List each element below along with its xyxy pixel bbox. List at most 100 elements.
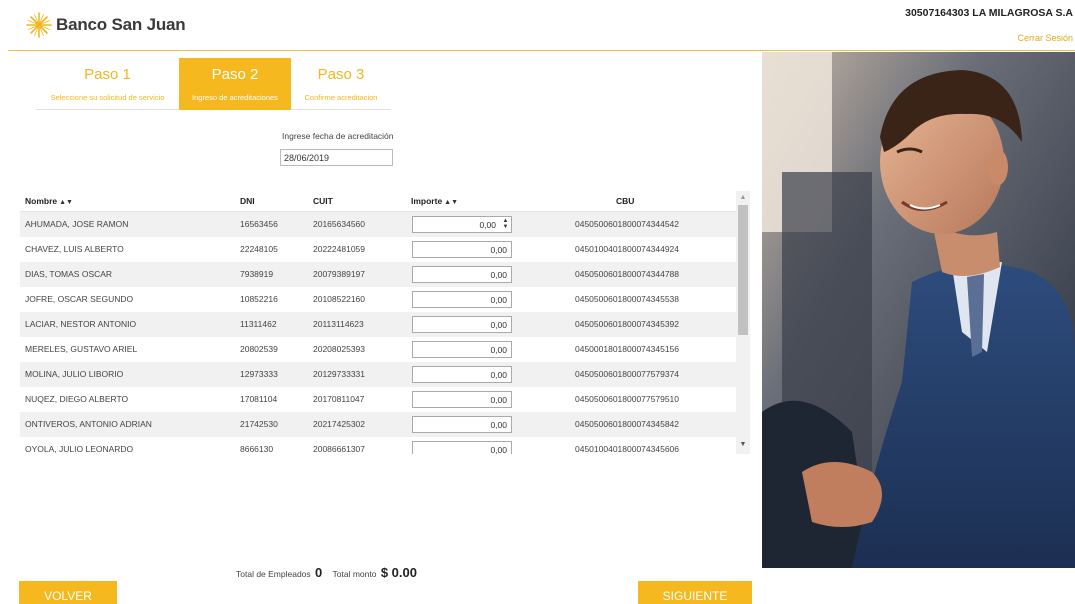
importe-input[interactable] (412, 216, 512, 233)
step-wizard: Paso 1 Seleccione su solicitud de servic… (36, 58, 391, 110)
scroll-down-arrow-icon[interactable]: ▼ (736, 440, 750, 450)
column-header-nombre[interactable]: Nombre ▲▼ (25, 191, 73, 213)
total-amount-value: $ 0.00 (380, 565, 417, 580)
step-title: Paso 2 (211, 66, 259, 83)
cell-nombre: NUQEZ, DIEGO ALBERTO (25, 394, 129, 404)
column-header-importe[interactable]: Importe ▲▼ (411, 191, 458, 213)
cell-dni: 17081104 (240, 394, 278, 404)
table-scrollbar[interactable]: ▲ ▼ (736, 191, 750, 454)
cell-dni: 11311462 (240, 319, 277, 329)
header: Banco San Juan 30507164303 LA MILAGROSA … (0, 0, 1075, 52)
sort-icon: ▲▼ (59, 199, 73, 206)
total-amount-label: Total monto (332, 569, 377, 579)
step-title: Paso 1 (84, 66, 131, 83)
smiling-businessman-illustration (762, 52, 1075, 568)
table-row: MOLINA, JULIO LIBORIO 12973333 201297333… (20, 362, 736, 387)
cell-dni: 22248105 (240, 244, 278, 254)
table-row: ONTIVEROS, ANTONIO ADRIAN 21742530 20217… (20, 412, 736, 437)
table-row: AHUMADA, JOSE RAMON 16563456 20165634560… (20, 212, 736, 237)
logo-text: Banco San Juan (56, 15, 186, 34)
step-subtitle: Confirme acreditacion (304, 93, 378, 102)
cell-nombre: ONTIVEROS, ANTONIO ADRIAN (25, 419, 152, 429)
cell-dni: 7938919 (240, 269, 274, 279)
spinner-arrows-icon[interactable]: ▲ ▼ (501, 218, 510, 231)
cell-cuit: 20079389197 (313, 269, 366, 279)
sort-icon: ▲▼ (444, 199, 459, 206)
logout-link[interactable]: Cerrar Sesión (1017, 33, 1073, 43)
column-header-label: Nombre (25, 196, 58, 206)
cell-dni: 20802539 (240, 344, 278, 354)
header-divider (8, 50, 1075, 51)
importe-input[interactable] (412, 266, 512, 283)
scroll-up-arrow-icon[interactable]: ▲ (736, 193, 750, 203)
cell-dni: 12973333 (240, 369, 278, 379)
step-subtitle: Ingreso de acreditaciones (192, 93, 278, 102)
cell-nombre: JOFRE, OSCAR SEGUNDO (25, 294, 134, 304)
column-header-dni: DNI (240, 196, 255, 206)
cell-nombre: MERELES, GUSTAVO ARIEL (25, 344, 138, 354)
cell-cuit: 20208025393 (313, 344, 366, 354)
cell-nombre: DIAS, TOMAS OSCAR (25, 269, 113, 279)
cell-cbu: 0450001801800074345156 (575, 344, 680, 354)
cell-cbu: 0450100401800074344924 (575, 244, 680, 254)
cell-cuit: 20170811047 (313, 394, 365, 404)
back-button[interactable]: VOLVER (19, 581, 117, 604)
cell-cbu: 0450500601800074345538 (575, 294, 680, 304)
column-header-label: Importe (411, 196, 443, 206)
cell-dni: 8666130 (240, 444, 274, 454)
total-employees-label: Total de Empleados (236, 569, 311, 579)
importe-input[interactable] (412, 441, 512, 454)
cell-cbu: 0450500601800077579374 (575, 369, 680, 379)
column-header-cuit: CUIT (313, 196, 333, 206)
company-name: 30507164303 LA MILAGROSA S.A (905, 7, 1073, 19)
table-row: MERELES, GUSTAVO ARIEL 20802539 20208025… (20, 337, 736, 362)
importe-input[interactable] (412, 316, 512, 333)
importe-input[interactable] (412, 291, 512, 308)
cell-nombre: OYOLA, JULIO LEONARDO (25, 444, 134, 454)
importe-input[interactable] (412, 341, 512, 358)
cell-cbu: 0450500601800074344542 (575, 219, 680, 229)
cell-cbu: 0450100401800074345606 (575, 444, 680, 454)
cell-nombre: MOLINA, JULIO LIBORIO (25, 369, 124, 379)
step-3[interactable]: Paso 3 Confirme acreditacion (291, 58, 391, 110)
column-header-cbu: CBU (616, 196, 635, 206)
cell-cuit: 20217425302 (313, 419, 366, 429)
cell-cbu: 0450500601800077579510 (575, 394, 680, 404)
scrollbar-thumb[interactable] (738, 205, 748, 335)
step-title: Paso 3 (317, 66, 365, 83)
cell-dni: 16563456 (240, 219, 278, 229)
step-subtitle: Seleccione su solicitud de servicio (50, 93, 165, 102)
next-button[interactable]: SIGUIENTE (638, 581, 752, 604)
cell-nombre: LACIAR, NESTOR ANTONIO (25, 319, 137, 329)
bank-logo[interactable]: Banco San Juan (26, 12, 186, 38)
cell-cuit: 20113114623 (313, 319, 364, 329)
step-1[interactable]: Paso 1 Seleccione su solicitud de servic… (36, 58, 179, 110)
sun-star-icon (26, 12, 52, 38)
cell-nombre: AHUMADA, JOSE RAMON (25, 219, 129, 229)
cell-cuit: 20222481059 (313, 244, 366, 254)
cell-nombre: CHAVEZ, LUIS ALBERTO (25, 244, 124, 254)
cell-dni: 10852216 (240, 294, 278, 304)
table-header-row: Nombre ▲▼ DNI CUIT Importe ▲▼ CBU (20, 191, 736, 212)
importe-input[interactable] (412, 391, 512, 408)
table-row: LACIAR, NESTOR ANTONIO 11311462 20113114… (20, 312, 736, 337)
employees-table: Nombre ▲▼ DNI CUIT Importe ▲▼ CBU AHUMADA,… (20, 191, 750, 454)
cell-cbu: 0450500601800074345392 (575, 319, 680, 329)
importe-input[interactable] (412, 241, 512, 258)
hero-photo (762, 52, 1075, 568)
cell-cuit: 20086661307 (313, 444, 366, 454)
total-employees-value: 0 (315, 565, 323, 580)
step-2[interactable]: Paso 2 Ingreso de acreditaciones (179, 58, 291, 110)
table-row: OYOLA, JULIO LEONARDO 8666130 2008666130… (20, 437, 736, 454)
cell-cuit: 20108522160 (313, 294, 366, 304)
importe-input[interactable] (412, 366, 512, 383)
table-row: JOFRE, OSCAR SEGUNDO 10852216 2010852216… (20, 287, 736, 312)
table-row: NUQEZ, DIEGO ALBERTO 17081104 2017081104… (20, 387, 736, 412)
cell-cuit: 20165634560 (313, 219, 366, 229)
cell-cbu: 0450500601800074345842 (575, 419, 680, 429)
cell-cuit: 20129733331 (313, 369, 366, 379)
importe-input[interactable] (412, 416, 512, 433)
date-input[interactable] (280, 149, 393, 166)
totals-bar: Total de Empleados 0 Total monto $ 0.00 (236, 565, 425, 580)
table-row: CHAVEZ, LUIS ALBERTO 22248105 2022248105… (20, 237, 736, 262)
